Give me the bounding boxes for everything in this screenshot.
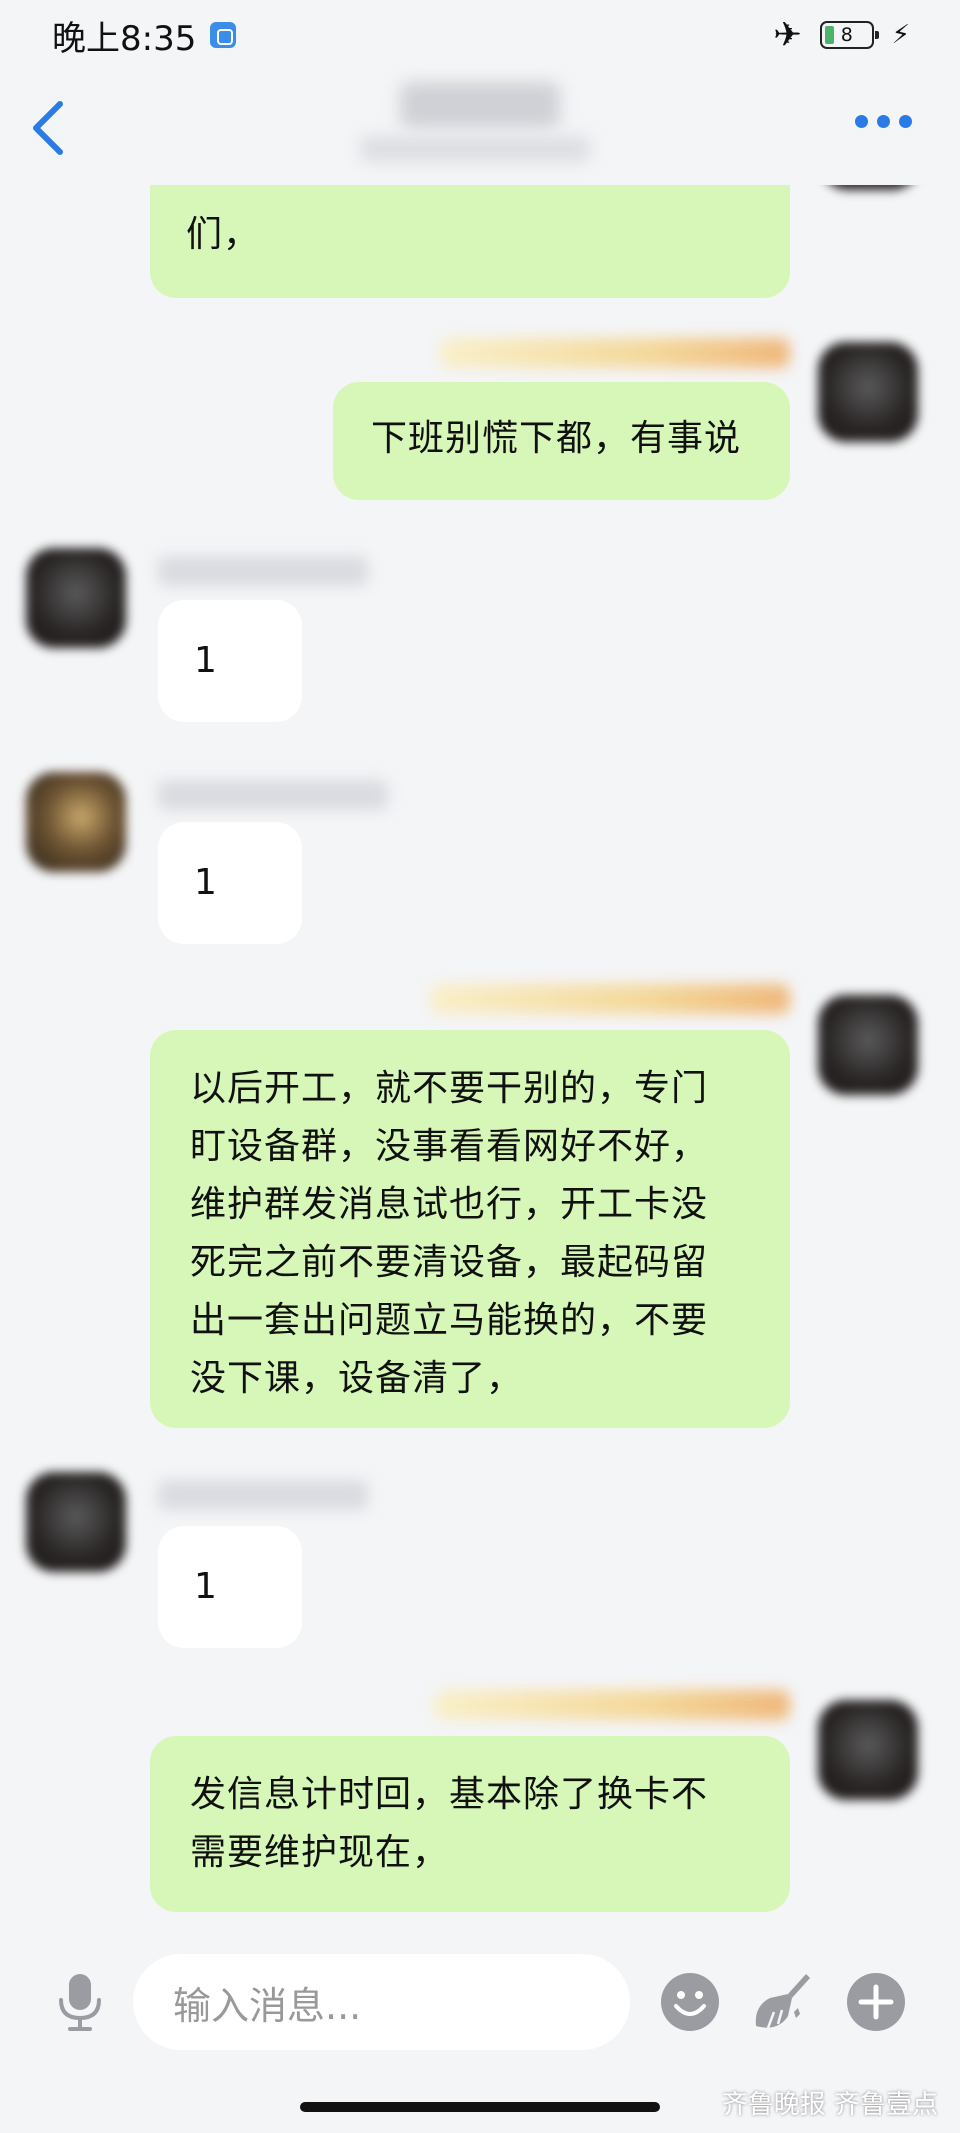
- chat-title-blurred: [400, 82, 560, 128]
- message-text: 以后开工，就不要干别的，专门 盯设备群，没事看看网好不好， 维护群发消息试也行，…: [190, 1068, 709, 1399]
- charging-icon: ⚡: [891, 20, 910, 50]
- sender-name-blurred: [158, 1480, 368, 1510]
- avatar[interactable]: [818, 1700, 918, 1800]
- airplane-icon: ✈: [773, 15, 802, 55]
- avatar[interactable]: [818, 995, 918, 1095]
- message-time-blurred: [430, 984, 790, 1014]
- sender-name-blurred: [158, 780, 388, 810]
- avatar[interactable]: [26, 772, 126, 872]
- battery-icon: 8: [819, 21, 879, 49]
- back-icon[interactable]: [26, 98, 70, 158]
- message-text: 1: [194, 862, 218, 903]
- status-right: ✈ 8 ⚡: [773, 15, 910, 55]
- status-bar: 晚上8:35 ✈ 8 ⚡: [0, 0, 960, 70]
- message-text: 1: [194, 640, 218, 681]
- emoji-icon[interactable]: [660, 1972, 720, 2032]
- avatar[interactable]: [26, 548, 126, 648]
- mic-icon[interactable]: [56, 1972, 104, 2032]
- message-text: 1: [194, 1566, 218, 1607]
- avatar[interactable]: [26, 1472, 126, 1572]
- message-bubble-self[interactable]: 下班别慌下都，有事说: [333, 382, 790, 500]
- chat-subtitle-blurred: [360, 136, 590, 162]
- status-time: 晚上8:35: [52, 18, 197, 59]
- message-text: 们，: [186, 214, 261, 255]
- more-icon[interactable]: [855, 115, 912, 128]
- sender-name-blurred: [158, 556, 368, 586]
- message-bubble-other[interactable]: 1: [158, 600, 302, 722]
- app-notification-icon: [210, 22, 237, 48]
- message-input[interactable]: 输入消息...: [133, 1954, 630, 2050]
- plus-icon[interactable]: [846, 1972, 906, 2032]
- message-time-blurred: [434, 1690, 790, 1720]
- battery-level: 8: [840, 24, 853, 46]
- message-bubble-self[interactable]: 发信息计时回，基本除了换卡不 需要维护现在，: [150, 1736, 790, 1912]
- message-text: 下班别慌下都，有事说: [371, 418, 742, 459]
- watermark: 齐鲁晚报 齐鲁壹点: [721, 2090, 938, 2120]
- message-time-blurred: [440, 338, 790, 368]
- message-bubble-other[interactable]: 1: [158, 1526, 302, 1648]
- message-text: 发信息计时回，基本除了换卡不 需要维护现在，: [190, 1774, 709, 1873]
- home-indicator[interactable]: [300, 2102, 660, 2112]
- status-left: 晚上8:35: [52, 11, 237, 60]
- message-input-placeholder: 输入消息...: [173, 1983, 362, 2028]
- message-bubble-self[interactable]: 以后开工，就不要干别的，专门 盯设备群，没事看看网好不好， 维护群发消息试也行，…: [150, 1030, 790, 1428]
- message-bubble-other[interactable]: 1: [158, 822, 302, 944]
- avatar[interactable]: [818, 342, 918, 442]
- brush-icon[interactable]: [748, 1968, 812, 2034]
- chat-header: [0, 70, 960, 185]
